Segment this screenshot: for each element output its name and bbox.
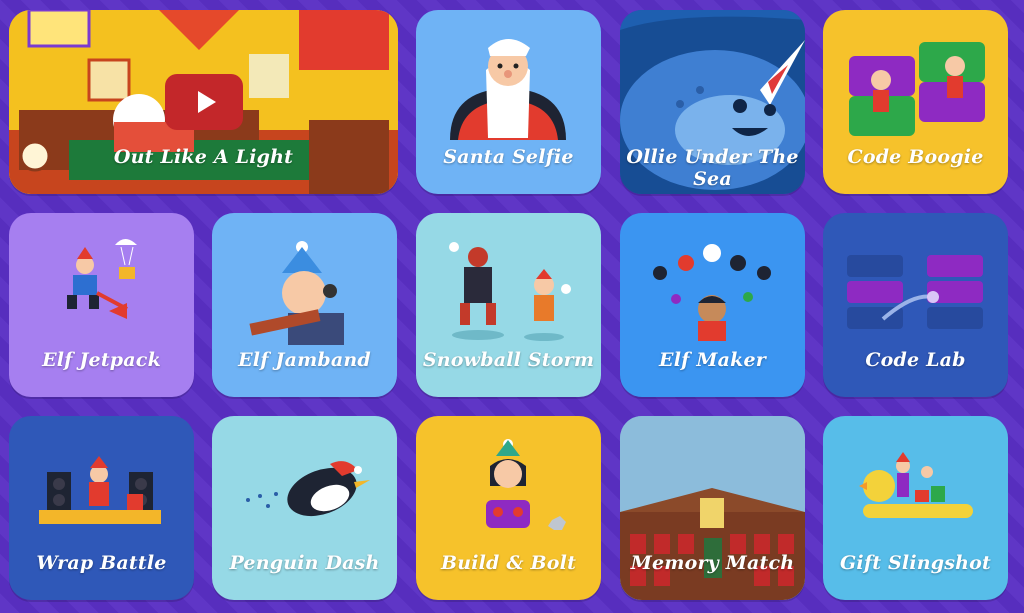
- tile-elf-jamband[interactable]: Elf Jamband: [212, 213, 397, 397]
- tile-elf-maker[interactable]: Elf Maker: [620, 213, 805, 397]
- tile-label: Ollie Under The Sea: [626, 146, 799, 190]
- tile-label: Out Like A Light: [113, 146, 294, 168]
- tile-label: Elf Jetpack: [42, 349, 161, 371]
- tile-gift-slingshot[interactable]: Gift Slingshot: [823, 416, 1008, 600]
- play-icon: [198, 91, 216, 113]
- tile-label: Wrap Battle: [36, 552, 167, 574]
- tile-label: Code Lab: [865, 349, 966, 371]
- tile-penguin-dash[interactable]: Penguin Dash: [212, 416, 397, 600]
- tile-label: Build & Bolt: [440, 552, 577, 574]
- tile-elf-jetpack[interactable]: Elf Jetpack: [9, 213, 194, 397]
- tile-label: Elf Maker: [659, 349, 766, 371]
- tile-label: Penguin Dash: [229, 552, 380, 574]
- tile-label: Gift Slingshot: [839, 552, 992, 574]
- tile-wrap-battle[interactable]: Wrap Battle: [9, 416, 194, 600]
- tile-santa-selfie[interactable]: Santa Selfie: [416, 10, 601, 194]
- tile-label: Snowball Storm: [422, 349, 595, 371]
- tile-code-boogie[interactable]: Code Boogie: [823, 10, 1008, 194]
- tile-snowball-storm[interactable]: Snowball Storm: [416, 213, 601, 397]
- tile-code-lab[interactable]: Code Lab: [823, 213, 1008, 397]
- games-grid: Out Like A Light Santa Selfie Ollie Unde…: [0, 0, 1024, 613]
- tile-label: Memory Match: [630, 552, 795, 574]
- tile-label: Santa Selfie: [443, 146, 574, 168]
- play-button[interactable]: [165, 74, 243, 130]
- tile-out-like-a-light[interactable]: Out Like A Light: [9, 10, 398, 194]
- tile-memory-match[interactable]: Memory Match: [620, 416, 805, 600]
- tile-build-and-bolt[interactable]: Build & Bolt: [416, 416, 601, 600]
- tile-label: Code Boogie: [847, 146, 984, 168]
- tile-label: Elf Jamband: [238, 349, 371, 371]
- tile-ollie-under-the-sea[interactable]: Ollie Under The Sea: [620, 10, 805, 194]
